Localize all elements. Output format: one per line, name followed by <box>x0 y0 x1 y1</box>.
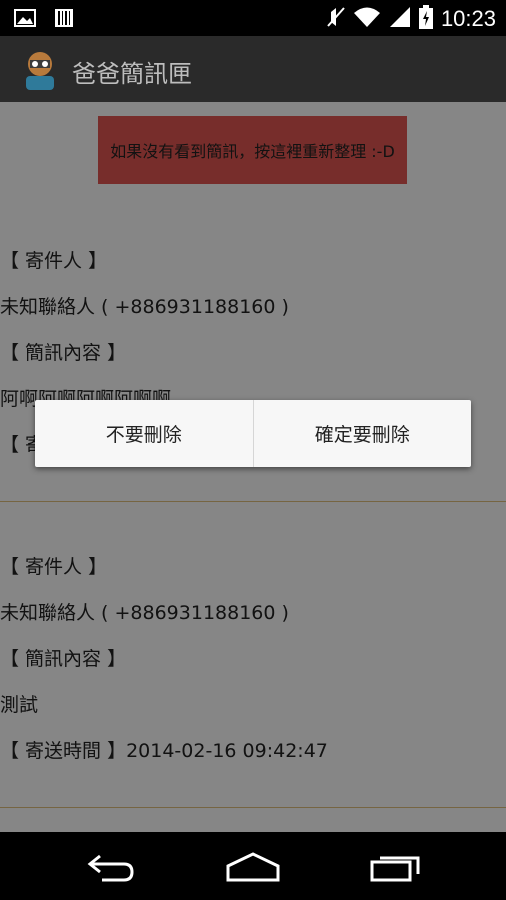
wifi-icon <box>353 6 381 32</box>
status-time: 10:23 <box>440 6 496 31</box>
action-bar: 爸爸簡訊匣 <box>0 36 506 102</box>
barcode-icon <box>54 8 74 32</box>
back-icon[interactable] <box>86 852 136 886</box>
recent-apps-icon[interactable] <box>370 852 420 886</box>
confirm-delete-button[interactable]: 確定要刪除 <box>254 400 472 467</box>
home-icon[interactable] <box>226 852 280 886</box>
battery-charging-icon <box>418 5 433 33</box>
app-title: 爸爸簡訊匣 <box>72 60 192 88</box>
delete-confirm-dialog: 不要刪除 確定要刪除 <box>35 400 471 467</box>
dialog-scrim[interactable] <box>0 102 506 832</box>
signal-icon <box>389 6 411 32</box>
navigation-bar <box>0 832 506 900</box>
app-avatar-icon[interactable] <box>22 50 58 90</box>
status-bar: 10:23 <box>0 0 506 36</box>
muted-icon <box>327 6 345 32</box>
cancel-delete-button[interactable]: 不要刪除 <box>35 400 253 467</box>
picture-icon <box>14 9 36 31</box>
